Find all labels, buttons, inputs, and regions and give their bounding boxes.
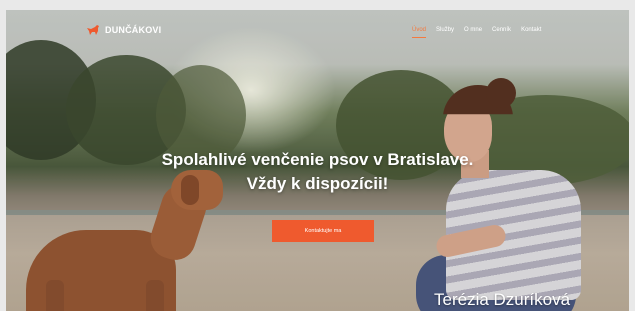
main-nav: Úvod Služby O mne Cenník Kontakt <box>412 27 541 38</box>
hero-section: DUNČÁKOVI Úvod Služby O mne Cenník Konta… <box>6 10 629 311</box>
hero-headline-line2: Vždy k dispozícii! <box>246 174 389 193</box>
nav-item-kontakt[interactable]: Kontakt <box>521 27 541 33</box>
nav-item-uvod[interactable]: Úvod <box>412 27 427 38</box>
brand-name: DUNČÁKOVI <box>105 25 162 35</box>
brand-logo[interactable]: DUNČÁKOVI <box>86 24 161 36</box>
nav-item-sluzby[interactable]: Služby <box>436 27 454 33</box>
nav-item-cennik[interactable]: Cenník <box>492 27 511 33</box>
dog-icon <box>87 25 99 35</box>
contact-button[interactable]: Kontaktujte ma <box>272 220 374 242</box>
hero-headline-line1: Spolahlivé venčenie psov v Bratislave. <box>161 150 474 169</box>
nav-item-o-mne[interactable]: O mne <box>464 27 482 33</box>
hero-headline: Spolahlivé venčenie psov v Bratislave. V… <box>6 148 629 196</box>
person-name-caption: Terézia Dzuríková <box>434 290 571 309</box>
